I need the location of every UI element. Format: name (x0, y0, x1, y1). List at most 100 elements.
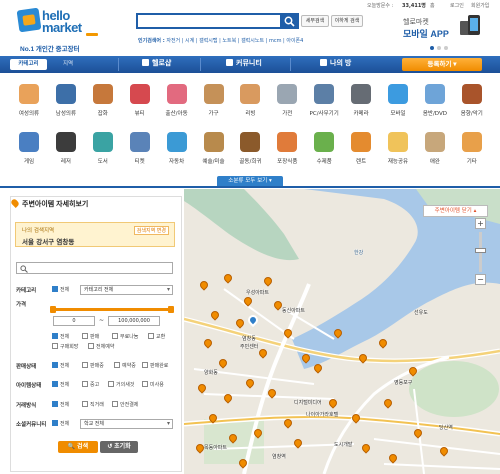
register-button[interactable]: 등록하기 ▾ (402, 58, 482, 71)
nav-myroom[interactable]: 나의 방 (320, 58, 351, 71)
nav-community[interactable]: 커뮤니티 (226, 58, 262, 71)
popular-keyword[interactable]: mcm (269, 38, 282, 44)
filter-reset-button[interactable]: ↺ 초기화 (100, 441, 138, 453)
pager-dot[interactable] (430, 46, 434, 50)
category-item[interactable]: 잡화 (84, 80, 122, 124)
deal-all-checkbox[interactable]: 전체 (52, 401, 69, 408)
shop-icon (142, 59, 149, 66)
category-item[interactable]: 남성의류 (47, 80, 85, 124)
category-item[interactable]: 재능공유 (379, 128, 417, 172)
category-item[interactable]: 출산/아동 (158, 80, 196, 124)
price-max-input[interactable]: 100,000,000 (108, 316, 160, 326)
checkbox-label: 전체 (60, 334, 70, 340)
category-item[interactable]: 리빙 (231, 80, 269, 124)
social-community-row: 소셜커뮤니티 전체 학교 전체 (16, 418, 176, 430)
tab-region[interactable]: 지역 (63, 59, 93, 70)
category-item[interactable]: 모바일 (379, 80, 417, 124)
category-all-checkbox[interactable]: 전체 (52, 286, 69, 293)
category-item[interactable]: 레저 (47, 128, 85, 172)
popular-keyword[interactable]: 아이폰4 (286, 38, 303, 44)
price-slider[interactable] (50, 306, 174, 313)
popular-keyword[interactable]: 갤럭시탭 (199, 38, 217, 44)
login-link[interactable]: 로그인 (450, 2, 464, 9)
nav-hellosang[interactable]: 헬로샵 (142, 58, 171, 71)
category-item[interactable]: 음반/DVD (416, 80, 454, 124)
category-item[interactable]: 기타 (453, 128, 491, 172)
price-min-input[interactable]: 0 (53, 316, 95, 326)
search-input[interactable] (136, 13, 299, 29)
sale-onsale-checkbox[interactable]: 판매중 (82, 362, 104, 369)
deal-direct-checkbox[interactable]: 직거래 (82, 401, 104, 408)
category-item[interactable]: PC/사무기기 (305, 80, 343, 124)
category-icon (203, 132, 224, 152)
category-item[interactable]: 자동차 (158, 128, 196, 172)
hellomarket-logo[interactable]: hello market No.1 개인간 중고장터 (16, 7, 102, 53)
sale-reserved-checkbox[interactable]: 예약중 (114, 362, 136, 369)
category-icon (19, 84, 39, 104)
category-item[interactable]: 여성의류 (10, 80, 48, 124)
category-item[interactable]: 예술/미술 (195, 128, 233, 172)
school-select[interactable]: 학교 전체 (80, 419, 173, 429)
category-item[interactable]: 게임 (10, 128, 48, 172)
search-button[interactable] (280, 13, 299, 29)
category-item[interactable]: 티켓 (121, 128, 159, 172)
category-item[interactable]: 뷰티 (121, 80, 159, 124)
trade-exchange-checkbox[interactable]: 교환 (148, 333, 165, 340)
category-item[interactable]: 애완 (416, 128, 454, 172)
category-icon (129, 132, 150, 152)
home-link[interactable]: 홈 (430, 2, 435, 9)
condition-all-checkbox[interactable]: 전체 (52, 381, 69, 388)
trade-free-checkbox[interactable]: 무료나눔 (112, 333, 138, 340)
slider-handle-max[interactable] (168, 306, 174, 313)
pager-dot[interactable] (444, 46, 448, 50)
popular-keyword[interactable]: 노트북 (222, 38, 236, 44)
checkbox-label: 교환 (156, 334, 166, 340)
tab-category[interactable]: 카테고리 (10, 59, 47, 70)
map-view[interactable]: 우성아파트 동신아파트 염창동 주민센터 영등포구 양화동 한강 디지털미디어 … (184, 189, 500, 474)
trade-wanted-checkbox[interactable]: 구매희망 (52, 343, 78, 350)
popular-keyword[interactable]: 자전거 (166, 38, 180, 44)
trade-all-checkbox[interactable]: 전체 (52, 333, 69, 340)
category-icon (461, 132, 482, 152)
keyword-input[interactable] (16, 262, 173, 274)
category-label: 기타 (466, 159, 477, 165)
category-item[interactable]: 렌트 (342, 128, 380, 172)
category-item[interactable]: 가구 (195, 80, 233, 124)
map-place-label: 우성아파트 (246, 290, 270, 296)
sale-all-checkbox[interactable]: 전체 (52, 362, 69, 369)
category-item[interactable]: 음향/악기 (453, 80, 491, 124)
deal-safe-pay-checkbox[interactable]: 안전결제 (112, 401, 138, 408)
sale-sold-checkbox[interactable]: 판매완료 (142, 362, 168, 369)
slider-handle-min[interactable] (50, 306, 56, 313)
category-item[interactable]: 도서 (84, 128, 122, 172)
trade-sell-checkbox[interactable]: 판매 (82, 333, 99, 340)
show-all-subcategories-button[interactable]: 소분류 모두 보기 ▾ (217, 176, 283, 186)
checkbox-label: 중고 (90, 382, 100, 388)
category-item[interactable]: 카메라 (342, 80, 380, 124)
change-region-button[interactable]: 검색지역 변경 (133, 226, 169, 235)
condition-unused-checkbox[interactable]: 미사용 (142, 381, 164, 388)
condition-likenew-checkbox[interactable]: 거의새것 (108, 381, 134, 388)
condition-used-checkbox[interactable]: 중고 (82, 381, 99, 388)
checkbox-label: 구매희망 (60, 344, 79, 350)
social-all-checkbox[interactable]: 전체 (52, 420, 69, 427)
category-select[interactable]: 카테고리 전체 (80, 285, 173, 295)
filter-search-button[interactable]: 🔍 검색 (58, 441, 98, 453)
popular-keyword[interactable]: 갤럭시노트 (241, 38, 264, 44)
category-item[interactable]: 수제품 (305, 128, 343, 172)
zoom-out-button[interactable]: − (475, 274, 486, 285)
pager-dot[interactable] (437, 46, 441, 50)
category-item[interactable]: 포장식품 (268, 128, 306, 172)
promo-pager (430, 45, 451, 52)
zoom-handle[interactable] (475, 248, 486, 253)
popular-keyword[interactable]: 시계 (185, 38, 194, 44)
mobile-app-promo[interactable]: 헬로마켓 모바일 APP (400, 13, 490, 53)
category-item[interactable]: 골동/희귀 (231, 128, 269, 172)
close-nearby-map-button[interactable]: 주변아이템 닫기 ▴ (423, 205, 488, 217)
search-in-results-button[interactable]: 이하게 검색 (331, 15, 363, 27)
trade-reserved-checkbox[interactable]: 전체예약 (88, 343, 114, 350)
category-item[interactable]: 가전 (268, 80, 306, 124)
detail-search-button[interactable]: 세부검색 (301, 15, 329, 27)
join-link[interactable]: 회원가입 (471, 2, 489, 9)
zoom-in-button[interactable]: + (475, 218, 486, 229)
